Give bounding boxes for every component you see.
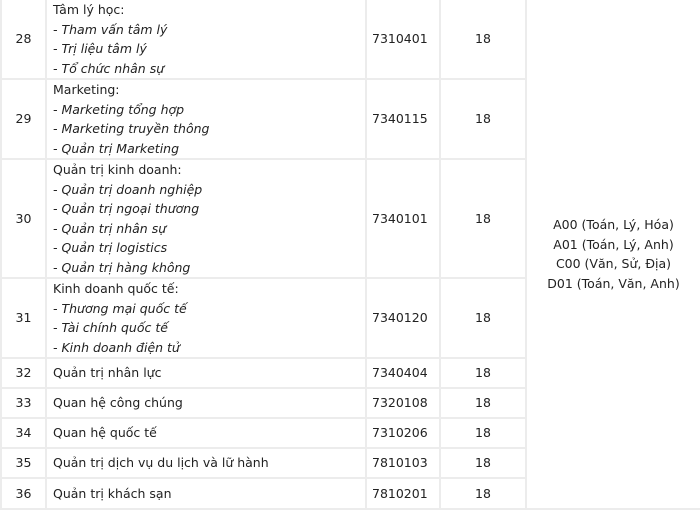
major-name: Quản trị nhân lực xyxy=(53,365,162,381)
row-number: 36 xyxy=(0,477,47,510)
major-name: Quan hệ công chúng xyxy=(53,395,183,411)
score: 18 xyxy=(439,0,527,80)
major-name-cell: Quản trị khách sạn xyxy=(45,477,367,510)
specialization: - Quản trị Marketing xyxy=(53,140,180,156)
subject-combinations: A00 (Toán, Lý, Hóa) A01 (Toán, Lý, Anh) C0… xyxy=(525,0,700,510)
row-number: 30 xyxy=(0,158,47,279)
score: 18 xyxy=(439,158,527,279)
major-name: Tâm lý học: xyxy=(53,2,125,17)
combo-item: A01 (Toán, Lý, Anh) xyxy=(553,236,674,252)
score: 18 xyxy=(439,277,527,359)
major-name: Quản trị khách sạn xyxy=(53,485,172,501)
score: 18 xyxy=(439,357,527,389)
major-name-cell: Quản trị dịch vụ du lịch và lữ hành xyxy=(45,447,367,479)
table-row: 28 Tâm lý học: - Tham vấn tâm lý - Trị liệu… xyxy=(0,0,700,510)
row-number: 31 xyxy=(0,277,47,359)
specialization: - Tham vấn tâm lý xyxy=(53,21,168,37)
specialization: - Quản trị ngoại thương xyxy=(53,201,200,216)
major-name: Kinh doanh quốc tế: xyxy=(53,281,179,296)
major-name: Quản trị kinh doanh: xyxy=(53,162,182,177)
row-number: 35 xyxy=(0,447,47,479)
score: 18 xyxy=(439,447,527,479)
score: 18 xyxy=(439,477,527,510)
major-name-cell: Tâm lý học: - Tham vấn tâm lý - Trị liệu t… xyxy=(45,0,367,80)
major-name-cell: Quản trị nhân lực xyxy=(45,357,367,389)
major-name-cell: Quan hệ công chúng xyxy=(45,387,367,419)
major-name-cell: Marketing: - Marketing tổng hợp - Marketin… xyxy=(45,78,367,160)
row-number: 29 xyxy=(0,78,47,160)
major-code: 7340120 xyxy=(365,277,441,359)
score: 18 xyxy=(439,387,527,419)
major-code: 7340115 xyxy=(365,78,441,160)
major-code: 7810103 xyxy=(365,447,441,479)
specialization: - Tổ chức nhân sự xyxy=(53,60,165,76)
major-code: 7310401 xyxy=(365,0,441,80)
combo-item: C00 (Văn, Sử, Địa) xyxy=(555,256,672,271)
major-code: 7310206 xyxy=(365,417,441,449)
specialization: - Thương mại quốc tế xyxy=(53,300,187,316)
specialization: - Quản trị hàng không xyxy=(53,259,191,275)
score: 18 xyxy=(439,78,527,160)
specialization: - Quản trị doanh nghiệp xyxy=(53,181,203,197)
major-code: 7810201 xyxy=(365,477,441,510)
specialization: - Trị liệu tâm lý xyxy=(53,41,147,56)
specialization: - Quản trị logistics xyxy=(53,240,168,255)
specialization: - Marketing truyền thông xyxy=(53,121,210,136)
row-number: 28 xyxy=(0,0,47,80)
row-number: 32 xyxy=(0,357,47,389)
majors-table: 28 Tâm lý học: - Tham vấn tâm lý - Trị liệu… xyxy=(0,0,700,510)
major-name-cell: Quan hệ quốc tế xyxy=(45,417,367,449)
row-number: 33 xyxy=(0,387,47,419)
specialization: - Quản trị nhân sự xyxy=(53,220,167,236)
major-name: Marketing: xyxy=(53,82,120,97)
specialization: - Marketing tổng hợp xyxy=(53,101,185,117)
major-code: 7340404 xyxy=(365,357,441,389)
major-name-cell: Quản trị kinh doanh: - Quản trị doanh ngh… xyxy=(45,158,367,279)
combo-item: D01 (Toán, Văn, Anh) xyxy=(547,275,680,291)
combo-item: A00 (Toán, Lý, Hóa) xyxy=(553,217,674,232)
specialization: - Tài chính quốc tế xyxy=(53,320,168,335)
major-name-cell: Kinh doanh quốc tế: - Thương mại quốc tế -… xyxy=(45,277,367,359)
score: 18 xyxy=(439,417,527,449)
row-number: 34 xyxy=(0,417,47,449)
major-code: 7340101 xyxy=(365,158,441,279)
specialization: - Kinh doanh điện tử xyxy=(53,339,180,355)
major-name: Quan hệ quốc tế xyxy=(53,425,157,441)
major-code: 7320108 xyxy=(365,387,441,419)
major-name: Quản trị dịch vụ du lịch và lữ hành xyxy=(53,455,269,471)
